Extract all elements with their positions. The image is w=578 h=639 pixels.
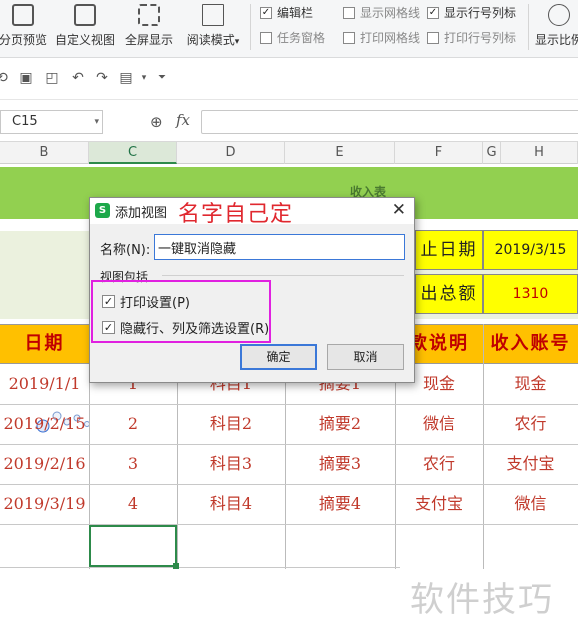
name-label: 名称(N):: [100, 243, 151, 258]
watermark: 软件技巧: [410, 580, 554, 620]
fullscreen-button[interactable]: 全屏显示: [122, 0, 176, 58]
custom-view-icon: [74, 4, 96, 26]
column-header-e[interactable]: E: [285, 142, 395, 164]
header-date: 日期: [24, 333, 65, 354]
print-preview-icon[interactable]: ◰: [44, 70, 60, 86]
cell-account[interactable]: 现金: [483, 364, 578, 404]
reading-mode-button[interactable]: 阅读模式▾: [182, 0, 244, 58]
column-header-h[interactable]: H: [501, 142, 578, 164]
print-icon[interactable]: ▣: [18, 70, 34, 86]
name-box[interactable]: C15 ▾: [0, 110, 103, 134]
dialog-title: 添加视图: [115, 206, 168, 221]
cell-number[interactable]: 2: [89, 404, 177, 444]
cell-date[interactable]: 2019/3/19: [0, 484, 89, 524]
cell-account[interactable]: 微信: [483, 484, 578, 524]
insert-function-icon[interactable]: fx: [176, 111, 190, 129]
open-icon[interactable]: ⟲: [0, 70, 10, 86]
reading-mode-label: 阅读模式▾: [186, 33, 240, 47]
column-header-c[interactable]: C: [89, 142, 177, 164]
fullscreen-icon: [138, 4, 160, 26]
gridline: [0, 524, 578, 525]
ok-button[interactable]: 确定: [240, 344, 317, 370]
deadline-label: 止日期: [420, 240, 478, 260]
show-edit-bar-checkbox[interactable]: ✓ 编辑栏: [260, 4, 313, 21]
cell-method[interactable]: 支付宝: [395, 484, 483, 524]
cell-subject[interactable]: 科目4: [177, 484, 285, 524]
cancel-button[interactable]: 取消: [327, 344, 404, 370]
zoom-button[interactable]: 显示比例: [534, 0, 578, 58]
cell-summary[interactable]: 摘要4: [285, 484, 395, 524]
page-break-preview-button[interactable]: 分页预览: [0, 0, 48, 58]
ribbon-separator: [528, 4, 529, 50]
annotation-text: 名字自己定: [178, 202, 294, 227]
selected-cell-c15[interactable]: [89, 525, 179, 569]
cell-method[interactable]: 微信: [395, 404, 483, 444]
save-icon[interactable]: ▤: [118, 70, 134, 86]
cell-number[interactable]: 3: [89, 444, 177, 484]
custom-view-label: 自定义视图: [54, 33, 115, 47]
column-headers: B C D E F G H: [0, 142, 578, 164]
show-gridlines-checkbox[interactable]: 显示网格线: [343, 4, 420, 21]
cell-summary[interactable]: 摘要2: [285, 404, 395, 444]
formula-input[interactable]: [201, 110, 578, 134]
zoom-icon: [548, 4, 570, 26]
task-pane-checkbox[interactable]: 任务窗格: [260, 29, 325, 46]
deadline-value[interactable]: 2019/3/15: [483, 230, 578, 270]
view-name-input[interactable]: [154, 234, 405, 260]
print-row-col-headers-checkbox[interactable]: 打印行号列标: [427, 29, 516, 46]
formula-bar: C15 ▾ ⊕ fx: [0, 100, 578, 142]
header-income-account: 收入账号: [490, 333, 571, 354]
column-header-b[interactable]: B: [0, 142, 89, 164]
total-value[interactable]: 1310: [483, 274, 578, 314]
zoom-formula-icon[interactable]: ⊕: [150, 113, 163, 131]
cell-account[interactable]: 支付宝: [483, 444, 578, 484]
spreadsheet-window: 分页预览 自定义视图 全屏显示 阅读模式▾ ✓ 编辑栏 显示网格线 ✓ 显示行号列标…: [0, 0, 578, 639]
cell-date[interactable]: 2019/1/1: [0, 364, 89, 404]
fullscreen-label: 全屏显示: [124, 33, 173, 47]
zoom-label: 显示比例: [534, 33, 578, 47]
column-header-f[interactable]: F: [395, 142, 483, 164]
close-icon[interactable]: ✕: [392, 200, 406, 220]
column-header-d[interactable]: D: [177, 142, 285, 164]
cell-date[interactable]: 2019/2/16: [0, 444, 89, 484]
customize-toolbar-icon[interactable]: ⏷: [154, 70, 170, 86]
undo-icon[interactable]: ↶: [70, 70, 86, 86]
wps-logo-icon: S: [95, 203, 110, 218]
print-gridlines-checkbox[interactable]: 打印网格线: [343, 29, 420, 46]
cell-method[interactable]: 农行: [395, 444, 483, 484]
cell-subject[interactable]: 科目2: [177, 404, 285, 444]
total-label: 出总额: [420, 284, 478, 304]
cell-number[interactable]: 4: [89, 484, 177, 524]
cell-summary[interactable]: 摘要3: [285, 444, 395, 484]
cell-account[interactable]: 农行: [483, 404, 578, 444]
cell-date[interactable]: 2019/2/15: [0, 404, 89, 444]
quick-access-toolbar: ⟲ ▣ ◰ ↶ ↷ ▤ ▾ ⏷: [0, 58, 578, 100]
show-row-col-headers-checkbox[interactable]: ✓ 显示行号列标: [427, 4, 516, 21]
gridline: [0, 567, 400, 568]
view-ribbon: 分页预览 自定义视图 全屏显示 阅读模式▾ ✓ 编辑栏 显示网格线 ✓ 显示行号列标…: [0, 0, 578, 58]
chevron-down-icon[interactable]: ▾: [94, 111, 99, 133]
page-break-preview-label: 分页预览: [0, 33, 48, 47]
custom-view-button[interactable]: 自定义视图: [52, 0, 118, 58]
cell-subject[interactable]: 科目3: [177, 444, 285, 484]
column-header-g[interactable]: G: [483, 142, 501, 164]
highlight-box: [91, 280, 271, 343]
redo-icon[interactable]: ↷: [94, 70, 110, 86]
ribbon-separator: [250, 4, 251, 50]
group-divider: [162, 275, 404, 276]
reading-mode-icon: [202, 4, 224, 26]
page-break-preview-icon: [12, 4, 34, 26]
chevron-down-icon[interactable]: ▾: [136, 70, 152, 86]
